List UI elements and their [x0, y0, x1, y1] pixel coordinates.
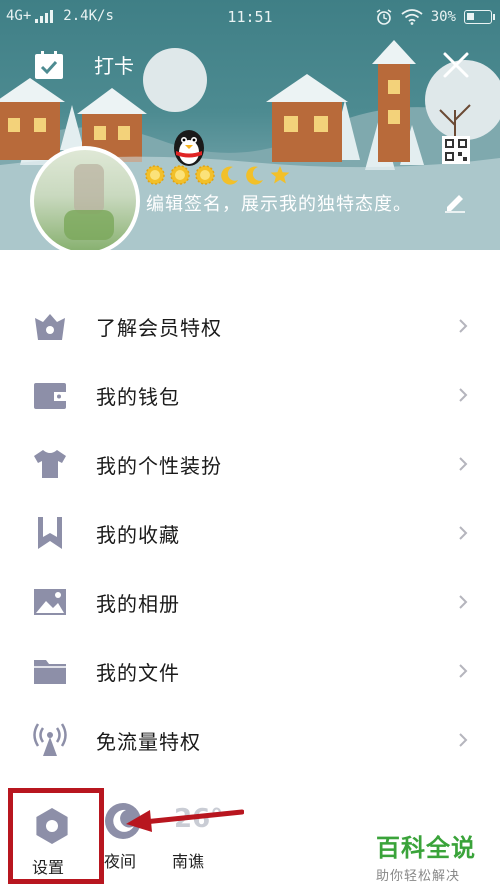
battery-percent: 30% [430, 9, 456, 25]
menu-item-files[interactable]: 我的文件 [0, 637, 500, 706]
chevron-right-icon [459, 595, 468, 609]
chevron-right-icon [459, 526, 468, 540]
menu-item-label: 了解会员特权 [96, 316, 222, 340]
moon-level-icon [244, 164, 266, 186]
tshirt-icon [34, 450, 66, 478]
qr-code-icon[interactable] [442, 136, 470, 164]
menu-item-label: 免流量特权 [96, 730, 201, 754]
avatar[interactable] [30, 146, 140, 250]
battery-icon [464, 10, 495, 24]
bookmark-icon [38, 517, 62, 549]
wallet-icon [34, 383, 66, 409]
photo-icon [34, 589, 66, 615]
close-icon[interactable] [442, 51, 470, 79]
sun-level-icon [194, 164, 216, 186]
folder-icon [34, 660, 66, 684]
menu-item-wallet[interactable]: 我的钱包 [0, 361, 500, 430]
menu-item-favorites[interactable]: 我的收藏 [0, 499, 500, 568]
menu-item-label: 我的文件 [96, 661, 180, 685]
red-arrow-annotation [126, 809, 244, 832]
bottom-bar: 设置 夜间 26° 南谯 百科全说 助你轻松解决 [0, 780, 500, 888]
weather-city: 南谯 [172, 852, 205, 871]
wifi-icon [401, 9, 423, 25]
star-level-icon [269, 164, 291, 186]
edit-pencil-icon[interactable] [443, 189, 467, 213]
menu-item-label: 我的个性装扮 [96, 454, 222, 478]
calendar-check-icon[interactable] [34, 50, 64, 80]
crown-icon [35, 314, 65, 340]
antenna-icon [33, 723, 67, 756]
watermark: 百科全说 助你轻松解决 [376, 828, 496, 884]
avatar-photo[interactable] [30, 146, 140, 250]
watermark-title: 百科全说 [376, 834, 476, 862]
night-mode-label: 夜间 [104, 852, 137, 871]
menu-item-vip[interactable]: 了解会员特权 [0, 292, 500, 361]
chevron-right-icon [459, 388, 468, 402]
checkin-label[interactable]: 打卡 [94, 50, 134, 79]
menu-item-label: 我的钱包 [96, 385, 180, 409]
level-badges [144, 164, 291, 186]
chevron-right-icon [459, 457, 468, 471]
menu-item-label: 我的收藏 [96, 523, 180, 547]
alarm-icon [376, 9, 392, 25]
sun-level-icon [169, 164, 191, 186]
moon-level-icon [219, 164, 241, 186]
menu-item-album[interactable]: 我的相册 [0, 568, 500, 637]
chevron-right-icon [459, 319, 468, 333]
chevron-right-icon [459, 664, 468, 678]
watermark-subtitle: 助你轻松解决 [376, 869, 461, 884]
profile-header: 4G+ 2.4K/s 11:51 30% 打卡 编辑签名，展示我的独特态度。 [0, 0, 500, 250]
chevron-right-icon [459, 733, 468, 747]
menu-item-theme[interactable]: 我的个性装扮 [0, 430, 500, 499]
menu-item-free-data[interactable]: 免流量特权 [0, 706, 500, 775]
menu-item-label: 我的相册 [96, 592, 180, 616]
highlight-box [8, 788, 104, 884]
signature-text[interactable]: 编辑签名，展示我的独特态度。 [146, 190, 412, 216]
sun-level-icon [144, 164, 166, 186]
status-bar: 4G+ 2.4K/s 11:51 30% [0, 0, 500, 34]
